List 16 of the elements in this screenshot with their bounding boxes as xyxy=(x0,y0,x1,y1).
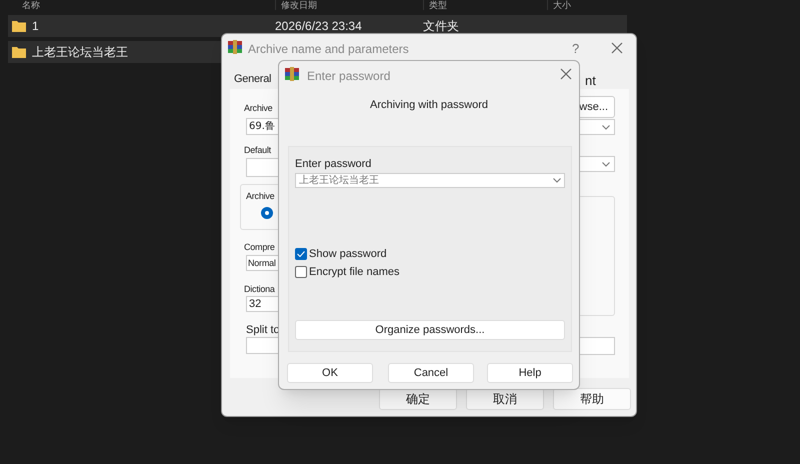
file-type: 文件夹 xyxy=(423,18,459,35)
field-label: Archive xyxy=(244,102,272,115)
field-label: Enter password xyxy=(295,157,372,172)
file-date: 2026/6/23 23:34 xyxy=(275,18,363,35)
group-label: Archive xyxy=(246,190,274,203)
field-label: Default xyxy=(244,144,271,157)
field-label: Compre xyxy=(244,241,275,254)
window-title: Archive name and parameters xyxy=(248,41,409,58)
window-title: Enter password xyxy=(307,68,390,85)
checkbox-label: Encrypt file names xyxy=(309,265,400,280)
checkbox-label: Show password xyxy=(309,247,387,262)
dialog-heading: Archiving with password xyxy=(369,98,489,113)
file-name: 1 xyxy=(32,18,39,35)
help-glyph: ? xyxy=(572,40,580,58)
field-label: Dictiona xyxy=(244,283,275,296)
file-name: 上老王论坛当老王 xyxy=(32,44,128,61)
